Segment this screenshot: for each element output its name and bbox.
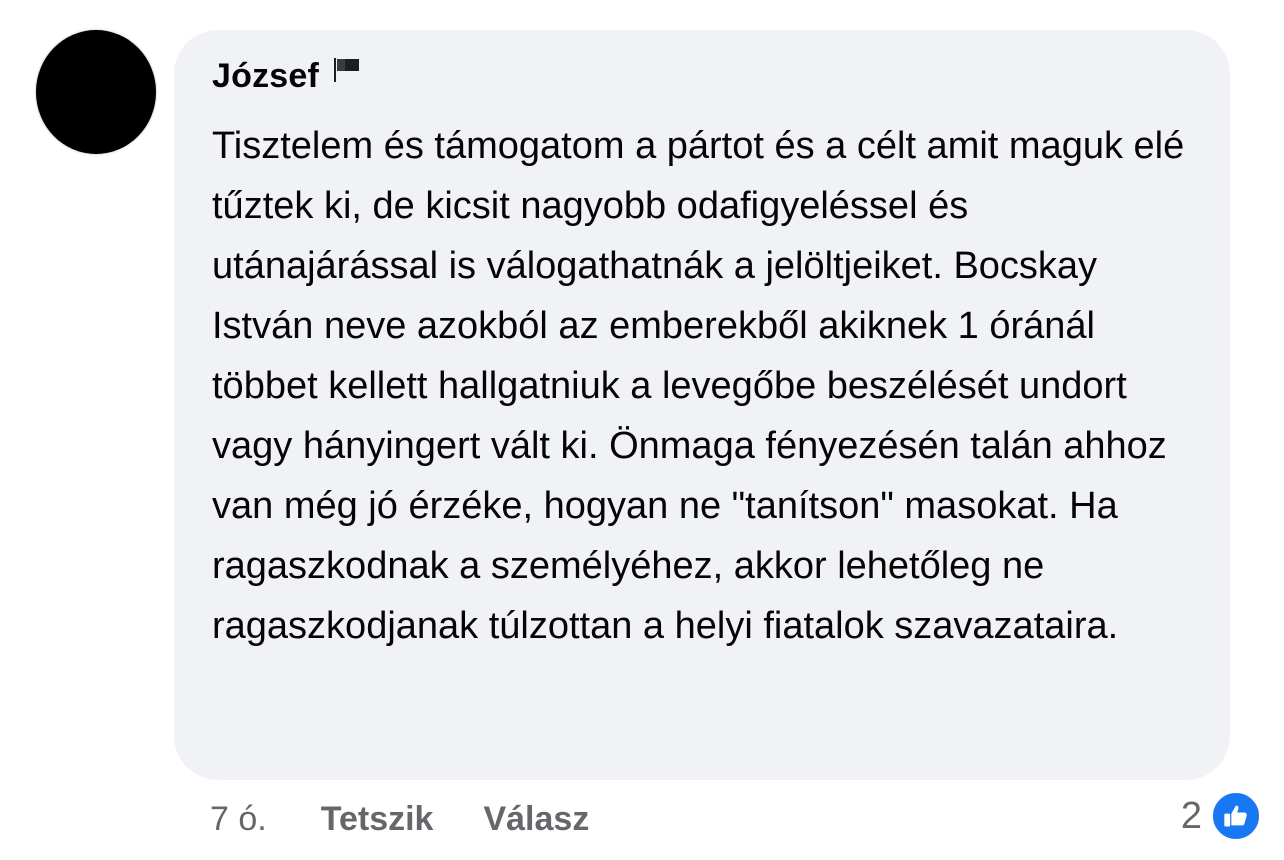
comment-bubble: József Tisztelem és támogatom a pártot é…	[174, 30, 1230, 780]
comment-actions: 7 ó. Tetszik Válasz	[210, 793, 639, 845]
comment-text: Tisztelem és támogatom a pártot és a cél…	[212, 125, 1185, 647]
reply-button[interactable]: Válasz	[483, 800, 589, 839]
author-name[interactable]: József	[212, 57, 319, 96]
reaction-summary[interactable]: 2	[1181, 790, 1262, 842]
comment-header: József	[212, 54, 1206, 98]
like-button[interactable]: Tetszik	[321, 800, 434, 839]
avatar[interactable]	[36, 30, 156, 154]
flag-icon	[331, 56, 363, 84]
timestamp[interactable]: 7 ó.	[210, 800, 267, 839]
thumbs-up-icon	[1210, 790, 1262, 842]
reaction-count: 2	[1180, 794, 1202, 837]
